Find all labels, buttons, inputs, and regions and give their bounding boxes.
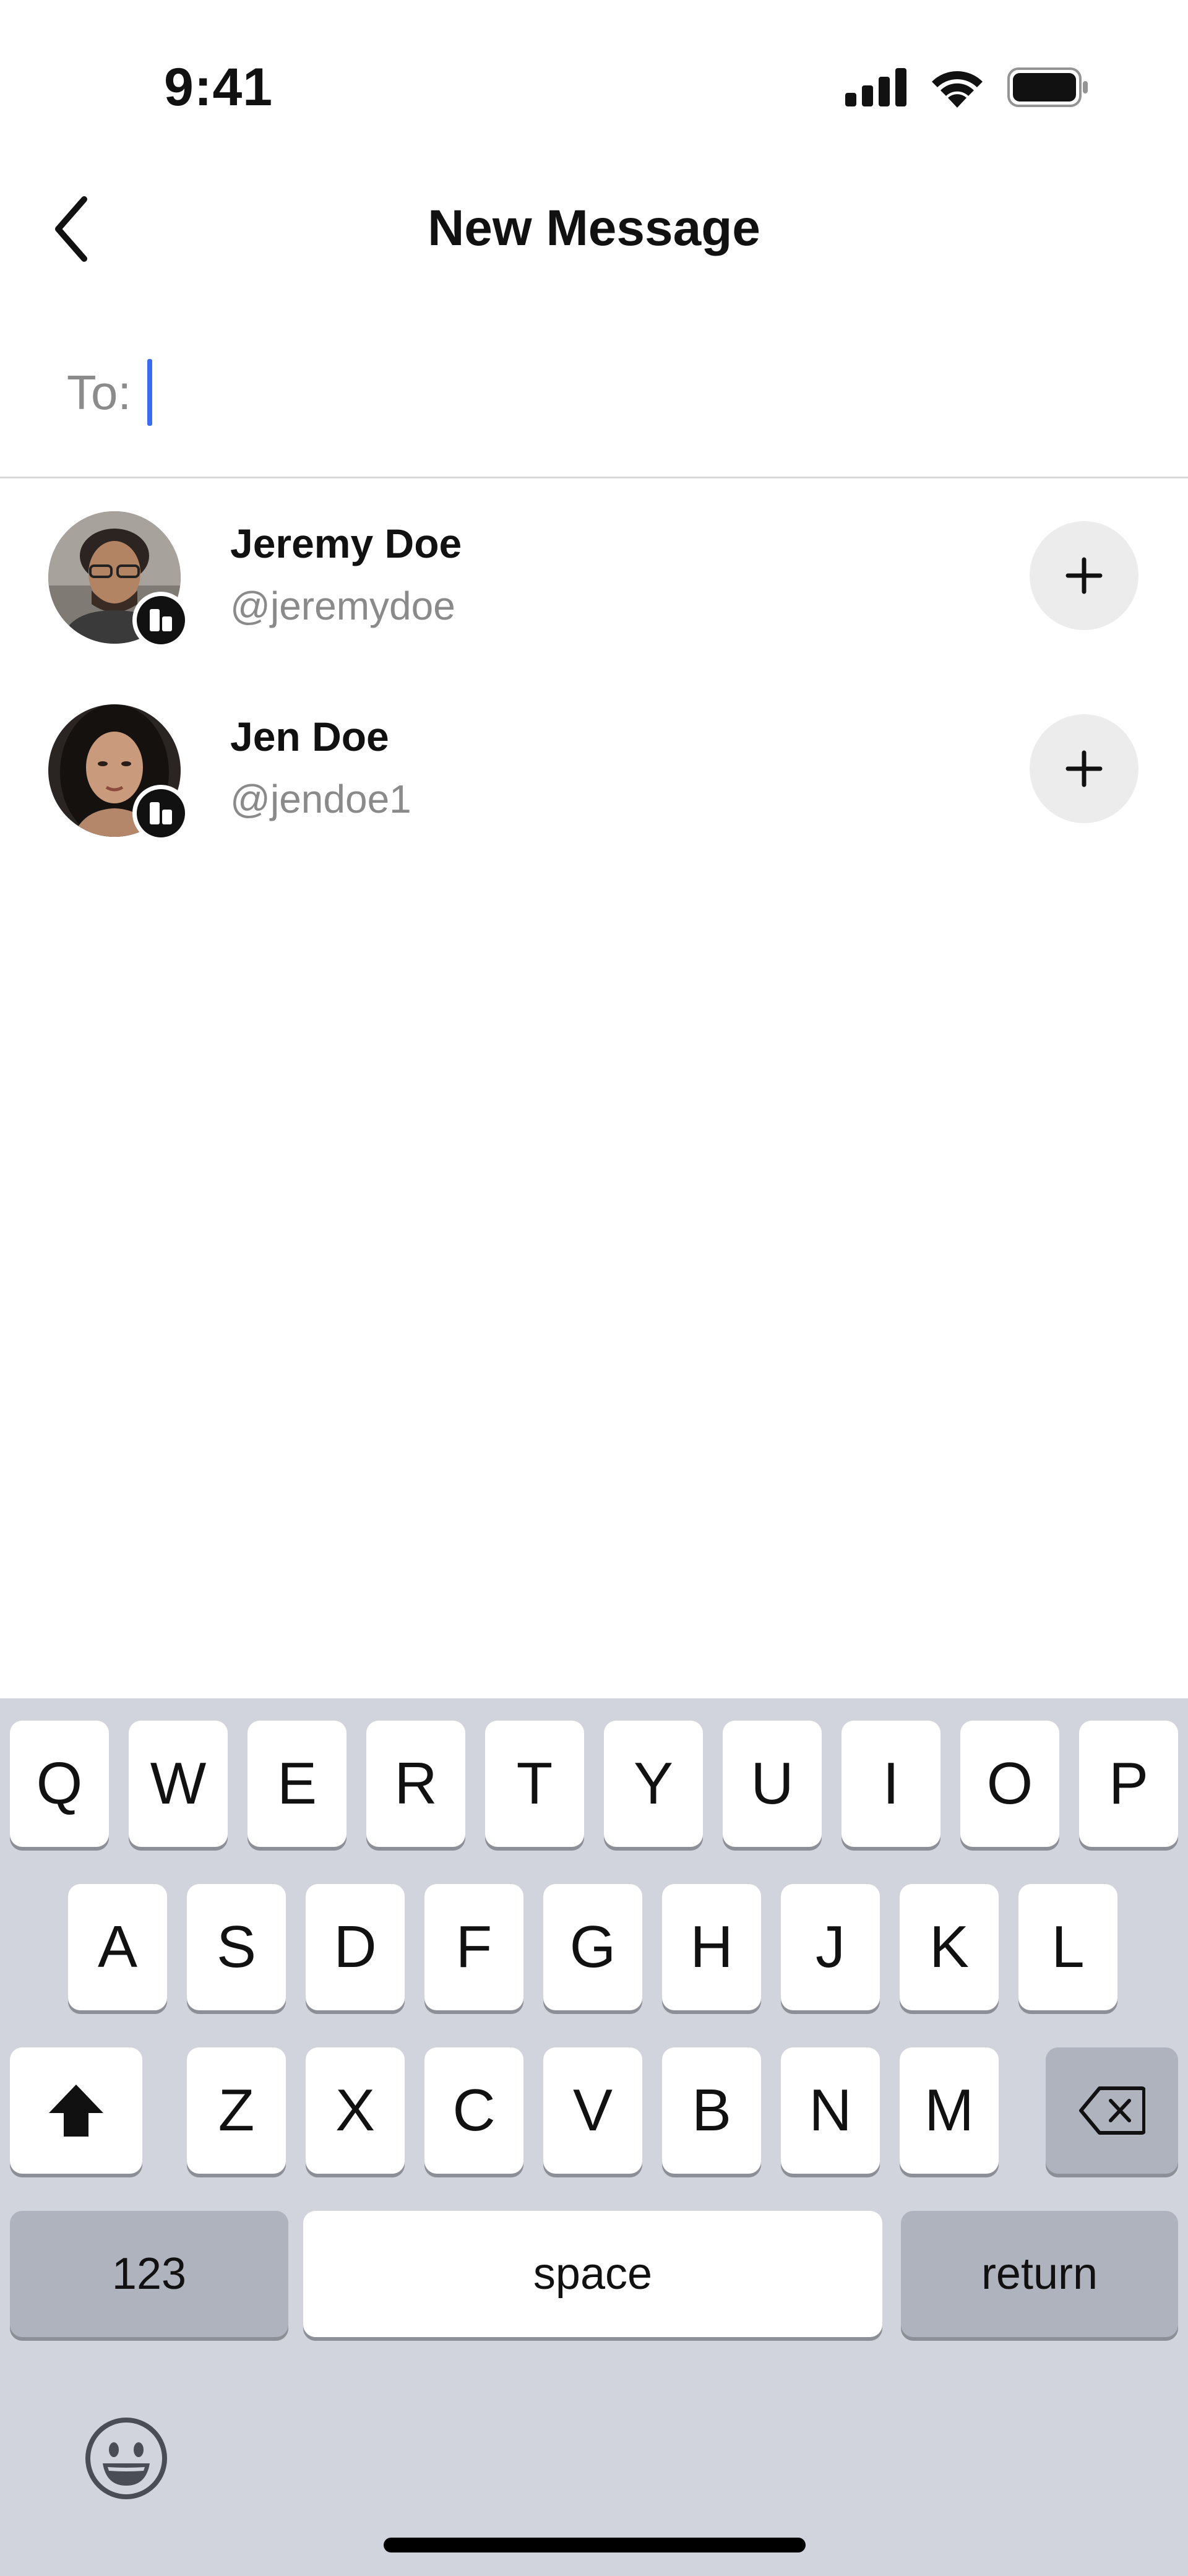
shift-key[interactable]	[10, 2047, 142, 2174]
key-n[interactable]: N	[781, 2047, 880, 2174]
add-contact-button[interactable]	[1030, 521, 1138, 630]
to-label: To:	[67, 365, 132, 420]
status-icons	[845, 67, 1089, 108]
key-z[interactable]: Z	[187, 2047, 286, 2174]
return-key[interactable]: return	[901, 2211, 1178, 2337]
backspace-key[interactable]	[1046, 2047, 1178, 2174]
key-g[interactable]: G	[543, 1884, 642, 2010]
key-a[interactable]: A	[68, 1884, 167, 2010]
key-c[interactable]: C	[424, 2047, 523, 2174]
key-y[interactable]: Y	[604, 1721, 703, 1847]
key-d[interactable]: D	[306, 1884, 405, 2010]
key-i[interactable]: I	[842, 1721, 940, 1847]
key-b[interactable]: B	[662, 2047, 761, 2174]
battery-icon	[1007, 67, 1088, 107]
key-r[interactable]: R	[366, 1721, 465, 1847]
contact-name: Jeremy Doe	[230, 521, 462, 566]
home-indicator	[384, 2538, 806, 2552]
to-field[interactable]: To:	[67, 359, 153, 426]
plus-icon	[1065, 750, 1103, 787]
key-k[interactable]: K	[900, 1884, 999, 2010]
page-title: New Message	[428, 200, 760, 256]
space-key[interactable]: space	[303, 2211, 882, 2337]
key-s[interactable]: S	[187, 1884, 286, 2010]
key-j[interactable]: J	[781, 1884, 880, 2010]
key-m[interactable]: M	[900, 2047, 999, 2174]
keyboard: Q W E R T Y U I O P A S D F G H J K L Z …	[0, 1698, 1188, 2576]
plus-icon	[1065, 557, 1103, 594]
key-v[interactable]: V	[543, 2047, 642, 2174]
app-badge-icon	[132, 592, 189, 649]
key-o[interactable]: O	[960, 1721, 1059, 1847]
key-p[interactable]: P	[1079, 1721, 1178, 1847]
key-h[interactable]: H	[662, 1884, 761, 2010]
contact-row-jen[interactable]: Jen Doe @jendoe1	[0, 688, 1188, 874]
key-x[interactable]: X	[306, 2047, 405, 2174]
key-f[interactable]: F	[424, 1884, 523, 2010]
numbers-key[interactable]: 123	[10, 2211, 288, 2337]
app-badge-icon	[132, 785, 189, 842]
wifi-icon	[932, 71, 983, 108]
divider	[0, 477, 1188, 478]
contact-name: Jen Doe	[230, 714, 389, 759]
signal-icon	[845, 68, 906, 106]
emoji-icon	[85, 2418, 167, 2499]
contact-handle: @jeremydoe	[230, 584, 455, 628]
emoji-button[interactable]	[84, 2416, 168, 2500]
shift-icon	[49, 2085, 103, 2137]
text-caret	[147, 359, 153, 426]
backspace-icon	[1079, 2086, 1145, 2135]
key-t[interactable]: T	[485, 1721, 584, 1847]
key-w[interactable]: W	[129, 1721, 228, 1847]
key-l[interactable]: L	[1018, 1884, 1117, 2010]
add-contact-button[interactable]	[1030, 714, 1138, 823]
key-u[interactable]: U	[723, 1721, 822, 1847]
status-time: 9:41	[164, 58, 273, 117]
key-q[interactable]: Q	[10, 1721, 109, 1847]
contact-row-jeremy[interactable]: Jeremy Doe @jeremydoe	[0, 495, 1188, 681]
key-e[interactable]: E	[248, 1721, 346, 1847]
contact-handle: @jendoe1	[230, 777, 411, 821]
